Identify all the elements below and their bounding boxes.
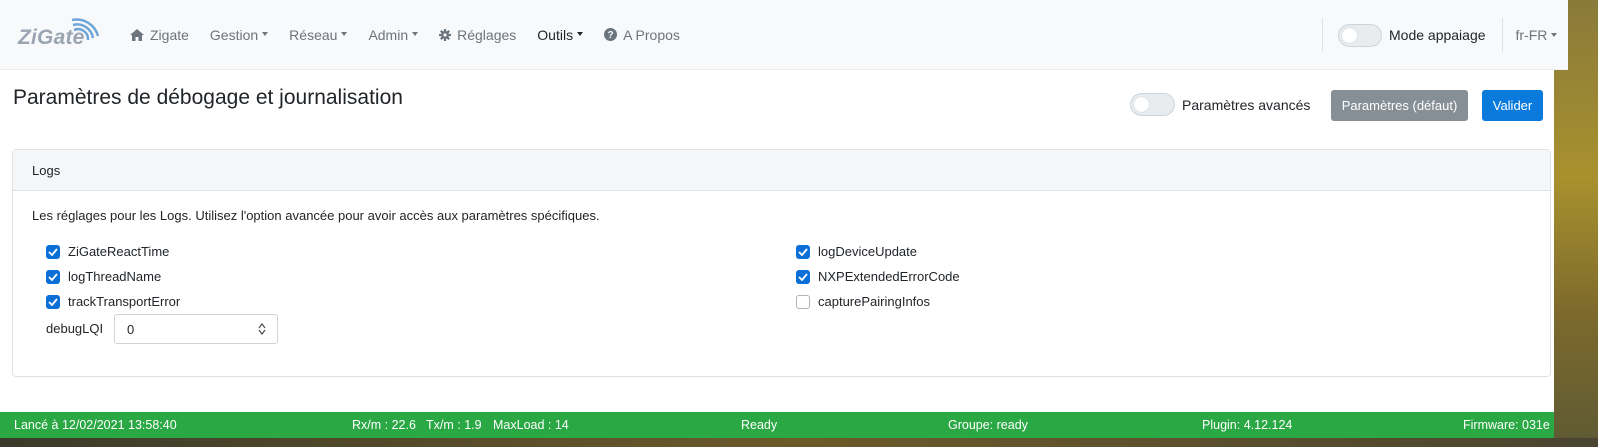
- plugin-version: Plugin: 4.12.124: [1202, 418, 1293, 432]
- navbar-right: Mode appaiage fr-FR: [1322, 18, 1558, 52]
- nav-gestion[interactable]: Gestion: [209, 26, 269, 43]
- nav-a-propos-label: A Propos: [623, 26, 680, 43]
- checkbox-unchecked-icon[interactable]: [796, 294, 810, 309]
- nav-admin[interactable]: Admin: [368, 26, 419, 43]
- checkbox-log-device-update[interactable]: logDeviceUpdate: [796, 244, 917, 259]
- tx-rate: Tx/m : 1.9: [426, 418, 482, 432]
- status-text: Ready: [741, 418, 778, 432]
- chevron-down-icon: [412, 31, 419, 36]
- checkbox-checked-icon[interactable]: [46, 269, 60, 284]
- checkbox-label: logThreadName: [68, 269, 162, 284]
- firmware-version: Firmware: 031e: [1463, 418, 1550, 432]
- checkbox-checked-icon[interactable]: [46, 244, 60, 259]
- group-status: Groupe: ready: [948, 418, 1028, 432]
- max-load: MaxLoad : 14: [493, 418, 569, 432]
- chevron-down-icon: [577, 31, 584, 36]
- question-circle-icon: ?: [604, 28, 618, 41]
- validate-button[interactable]: Valider: [1482, 90, 1543, 121]
- default-settings-button[interactable]: Paramètres (défaut): [1331, 90, 1468, 121]
- checkbox-capture-pairing-infos[interactable]: capturePairingInfos: [796, 294, 930, 309]
- home-icon: [130, 28, 144, 41]
- svg-text:?: ?: [608, 30, 614, 41]
- checkbox-log-thread-name[interactable]: logThreadName: [46, 269, 161, 284]
- nav-reglages-label: Réglages: [457, 26, 517, 43]
- spinner-arrows-icon[interactable]: [258, 323, 266, 335]
- nav-a-propos[interactable]: ? A Propos: [604, 27, 680, 43]
- desktop-background-bottom: [0, 438, 1598, 447]
- checkbox-label: capturePairingInfos: [818, 294, 931, 309]
- checkbox-nxp-extended-error-code[interactable]: NXPExtendedErrorCode: [796, 269, 960, 284]
- started-at: Lancé à 12/02/2021 13:58:40: [14, 418, 177, 432]
- language-selector[interactable]: fr-FR: [1516, 27, 1558, 43]
- zigate-logo[interactable]: ZiGate: [0, 0, 130, 70]
- checkbox-label: logDeviceUpdate: [818, 244, 918, 259]
- checkbox-checked-icon[interactable]: [796, 244, 810, 259]
- nav-outils-label: Outils: [537, 26, 574, 43]
- advanced-settings-label: Paramètres avancés: [1182, 96, 1311, 113]
- card-description: Les réglages pour les Logs. Utilisez l'o…: [32, 208, 600, 223]
- nav-zigate[interactable]: Zigate: [130, 27, 189, 43]
- divider: [1322, 18, 1323, 52]
- chevron-down-icon: [262, 31, 269, 36]
- chevron-down-icon: [341, 31, 348, 36]
- checkbox-label: trackTransportError: [68, 294, 181, 309]
- nav-reseau[interactable]: Réseau: [289, 26, 348, 43]
- nav-reglages[interactable]: Réglages: [439, 27, 516, 43]
- checkbox-label: NXPExtendedErrorCode: [818, 269, 960, 284]
- checkbox-zigate-react-time[interactable]: ZiGateReactTime: [46, 244, 169, 259]
- debug-lqi-value: 0: [127, 321, 135, 337]
- nav-admin-label: Admin: [368, 26, 409, 43]
- checkbox-label: ZiGateReactTime: [68, 244, 170, 259]
- advanced-settings: Paramètres avancés: [1130, 93, 1310, 116]
- gear-icon: [439, 28, 452, 41]
- pairing-mode-label: Mode appaiage: [1389, 27, 1486, 43]
- checkbox-checked-icon[interactable]: [796, 269, 810, 284]
- nav-reseau-label: Réseau: [289, 26, 338, 43]
- nav-gestion-label: Gestion: [209, 26, 259, 43]
- status-bar: Lancé à 12/02/2021 13:58:40 Rx/m : 22.6 …: [0, 412, 1554, 438]
- rx-rate: Rx/m : 22.6: [352, 418, 416, 432]
- top-navbar: ZiGate Zigate Gestion Réseau Admin Régla…: [0, 0, 1568, 70]
- logs-card: Logs Les réglages pour les Logs. Utilise…: [12, 149, 1551, 377]
- page-title: Paramètres de débogage et journalisation: [13, 86, 403, 109]
- chevron-down-icon: [1551, 33, 1558, 38]
- checkbox-checked-icon[interactable]: [46, 294, 60, 309]
- pairing-mode-toggle[interactable]: [1338, 23, 1382, 47]
- debug-lqi-input[interactable]: 0: [114, 314, 278, 344]
- nav-zigate-label: Zigate: [150, 26, 189, 43]
- wifi-arc-icon: [71, 17, 100, 40]
- debug-lqi-label: debugLQI: [46, 321, 104, 336]
- divider: [1501, 18, 1503, 52]
- advanced-settings-toggle[interactable]: [1130, 93, 1175, 116]
- checkbox-track-transport-error[interactable]: trackTransportError: [46, 294, 180, 309]
- language-label: fr-FR: [1515, 27, 1548, 43]
- card-header: Logs: [13, 150, 1550, 191]
- nav-outils[interactable]: Outils: [537, 26, 584, 43]
